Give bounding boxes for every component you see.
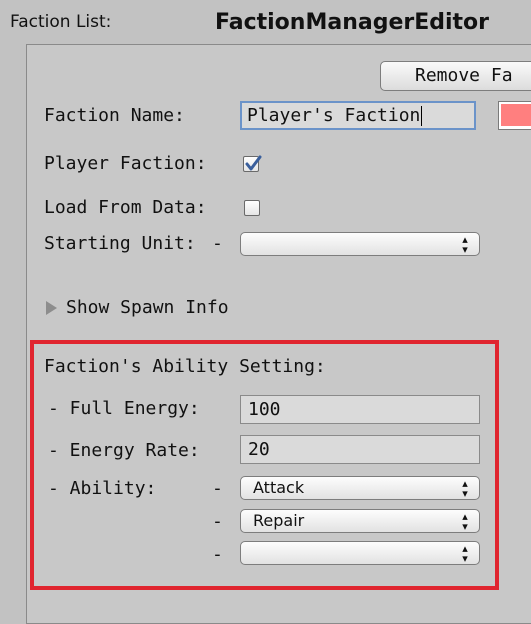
text-caret <box>421 106 423 126</box>
color-swatch-fill <box>501 104 531 126</box>
faction-color-field[interactable] <box>498 101 531 130</box>
checkmark-icon <box>245 155 262 171</box>
starting-unit-dash: - <box>212 233 223 254</box>
ability-settings-highlight <box>30 340 499 590</box>
dropdown-arrows-icon: ▴ ▾ <box>462 233 468 256</box>
editor-title: FactionManagerEditor <box>215 10 490 35</box>
faction-name-input[interactable]: Player's Faction <box>240 101 476 130</box>
player-faction-checkbox[interactable] <box>243 155 262 172</box>
player-faction-label: Player Faction: <box>44 153 207 174</box>
starting-unit-dropdown[interactable]: ▴ ▾ <box>240 232 480 256</box>
foldout-collapsed-icon[interactable] <box>46 301 57 315</box>
faction-name-label: Faction Name: <box>44 105 185 126</box>
show-spawn-info-label[interactable]: Show Spawn Info <box>66 297 229 319</box>
faction-name-value: Player's Faction <box>247 105 421 126</box>
load-from-data-checkbox[interactable] <box>244 200 260 216</box>
starting-unit-label: Starting Unit: <box>44 233 196 254</box>
remove-faction-button[interactable]: Remove Fa <box>380 61 531 91</box>
load-from-data-label: Load From Data: <box>44 197 207 218</box>
faction-list-label: Faction List: <box>10 12 112 32</box>
